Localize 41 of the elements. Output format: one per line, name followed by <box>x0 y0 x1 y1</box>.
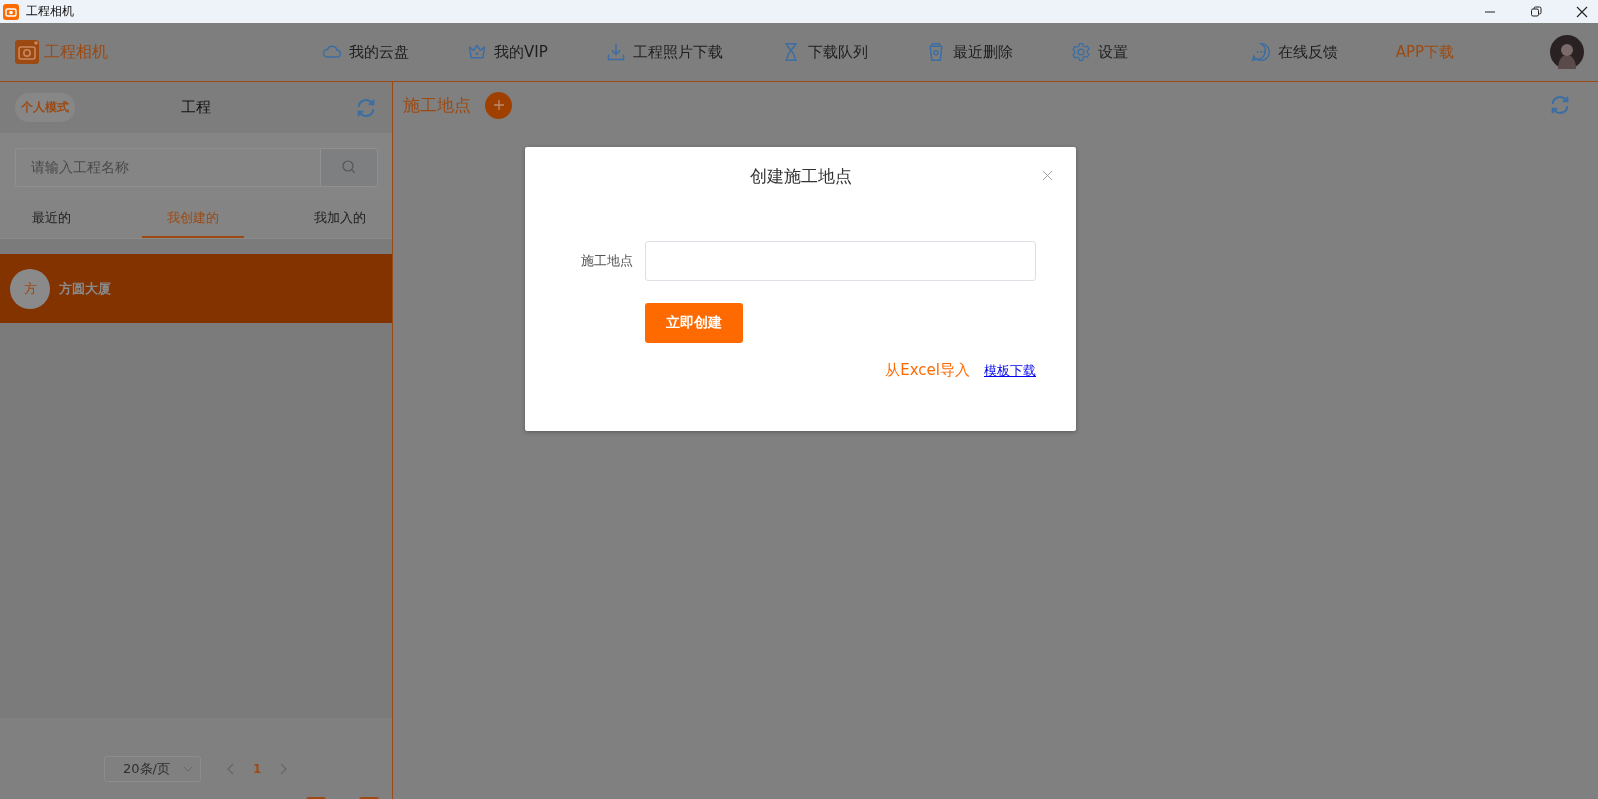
tab[interactable]: 最近的 <box>32 201 71 238</box>
page-size-select[interactable]: 20条/页 <box>104 756 201 782</box>
window-title: 工程相机 <box>26 3 74 20</box>
refresh-icon[interactable] <box>1549 94 1571 116</box>
nav-item[interactable]: 我的云盘 <box>322 42 409 62</box>
refresh-icon[interactable] <box>355 96 377 119</box>
project-row[interactable]: 方 方圆大厦 <box>0 254 392 323</box>
section-title: 施工地点 <box>403 93 471 117</box>
nav-item[interactable]: 我的VIP <box>467 42 548 62</box>
nav-item[interactable]: 设置 <box>1070 42 1128 62</box>
dialog-title: 创建施工地点 <box>749 164 852 188</box>
project-avatar: 方 <box>10 268 50 309</box>
search-icon <box>342 160 356 174</box>
project-name: 方圆大厦 <box>59 279 111 298</box>
restore-icon[interactable] <box>1530 5 1542 18</box>
panel-title: 工程 <box>181 98 211 117</box>
field-label: 施工地点 <box>580 252 633 270</box>
app-logo-icon <box>3 3 19 20</box>
close-icon[interactable] <box>1576 5 1588 18</box>
nav-item[interactable]: 下载队列 <box>780 42 868 62</box>
camera-icon <box>15 40 39 64</box>
app-name: 工程相机 <box>44 41 108 63</box>
template-download-link[interactable]: 模板下载 <box>984 361 1036 380</box>
input-field[interactable] <box>645 241 1036 281</box>
avatar[interactable] <box>1550 35 1584 69</box>
add-button[interactable] <box>485 91 512 119</box>
plus-icon <box>493 100 504 110</box>
search-field[interactable]: 请输入工程名称 <box>15 147 320 187</box>
next-page-icon[interactable] <box>279 763 288 775</box>
previous-page-icon[interactable] <box>227 763 235 775</box>
tab[interactable]: 我加入的 <box>314 201 366 238</box>
crown-icon <box>467 42 487 62</box>
settings-icon <box>1070 42 1091 62</box>
nav-item[interactable]: 工程照片下载 <box>605 42 723 62</box>
import-link[interactable]: 从Excel导入 <box>885 361 970 380</box>
nav-item[interactable]: 在线反馈 <box>1250 42 1338 62</box>
download-icon <box>605 42 626 62</box>
caret-icon <box>183 766 193 772</box>
nav-item[interactable]: 最近删除 <box>925 42 1013 62</box>
search-button[interactable] <box>320 147 378 187</box>
create-button[interactable]: 立即创建 <box>645 303 743 343</box>
